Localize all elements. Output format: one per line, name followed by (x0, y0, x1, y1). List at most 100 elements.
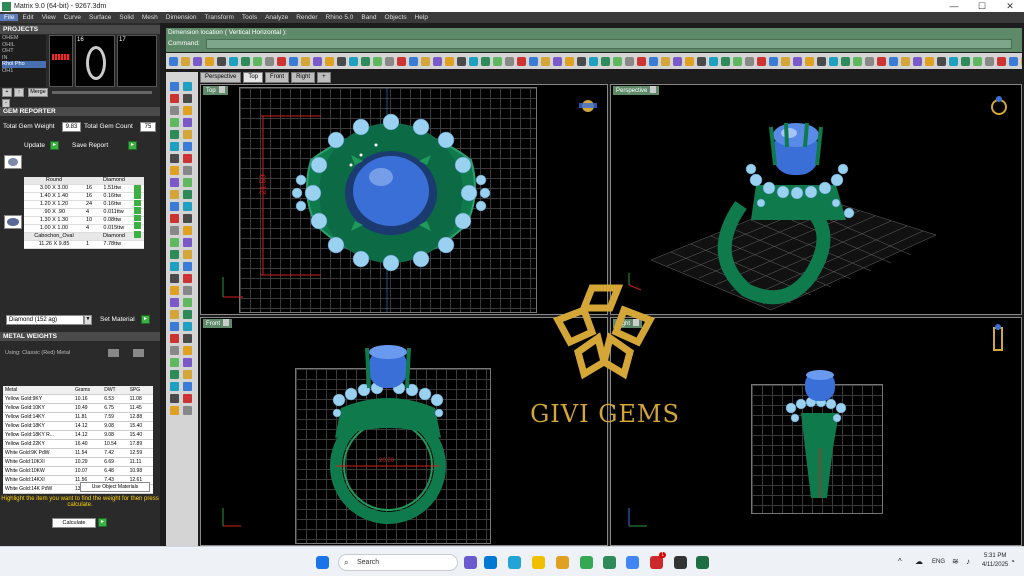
toolbar-tool-icon[interactable] (433, 56, 442, 66)
drawing-tool-icon[interactable] (170, 106, 179, 115)
up-button[interactable]: ↑ (14, 88, 24, 97)
toolbar-tool-icon[interactable] (169, 56, 178, 66)
project-thumbnail[interactable] (49, 35, 73, 87)
drawing-tool-icon[interactable] (183, 142, 192, 151)
menu-edit[interactable]: Edit (18, 14, 37, 21)
drawing-tool-icon[interactable] (183, 250, 192, 259)
toolbar-tool-icon[interactable] (253, 56, 262, 66)
viewport-right[interactable]: Right (610, 317, 1022, 546)
toolbar-tool-icon[interactable] (877, 56, 886, 66)
toolbar-tool-icon[interactable] (589, 56, 598, 66)
toolbar-tool-icon[interactable] (457, 56, 466, 66)
select-row-button[interactable] (134, 207, 141, 214)
menu-surface[interactable]: Surface (85, 14, 115, 21)
clock-date[interactable]: 4/11/2025 (982, 562, 1008, 568)
toolbar-tool-icon[interactable] (865, 56, 874, 66)
toolbar-tool-icon[interactable] (805, 56, 814, 66)
toolbar-tool-icon[interactable] (661, 56, 670, 66)
table-row[interactable]: White Gold:10KXI 10.29 6.69 11.11 (3, 457, 153, 467)
drawing-tool-icon[interactable] (183, 226, 192, 235)
drawing-tool-icon[interactable] (170, 322, 179, 331)
toolbar-tool-icon[interactable] (601, 56, 610, 66)
table-row[interactable]: 1.20 X 1.20 24 0.16ttw (24, 200, 144, 209)
drawing-tool-icon[interactable] (183, 406, 192, 415)
toolbar-tool-icon[interactable] (265, 56, 274, 66)
toolbar-tool-icon[interactable] (577, 56, 586, 66)
toolbar-tool-icon[interactable] (853, 56, 862, 66)
select-row-button[interactable] (134, 231, 141, 238)
toolbar-tool-icon[interactable] (565, 56, 574, 66)
toolbar-tool-icon[interactable] (673, 56, 682, 66)
drawing-tool-icon[interactable] (183, 370, 192, 379)
toolbar-tool-icon[interactable] (829, 56, 838, 66)
drawing-tool-icon[interactable] (183, 274, 192, 283)
notification-app-icon[interactable]: 1 (650, 552, 666, 569)
drawing-tool-icon[interactable] (183, 106, 192, 115)
use-object-materials-select[interactable]: Use Object Materials (80, 482, 150, 492)
toolbar-tool-icon[interactable] (733, 56, 742, 66)
drawing-tool-icon[interactable] (170, 178, 179, 187)
unit-toggle[interactable] (108, 349, 119, 357)
drawing-tool-icon[interactable] (183, 154, 192, 163)
wifi-icon[interactable]: ≋ (952, 557, 959, 566)
toolbar-tool-icon[interactable] (373, 56, 382, 66)
menu-help[interactable]: Help (411, 14, 432, 21)
drawing-tool-icon[interactable] (170, 214, 179, 223)
table-row[interactable]: Yellow Gold:9KY 10.16 6.53 11.08 (3, 394, 153, 404)
toolbar-tool-icon[interactable] (397, 56, 406, 66)
table-row[interactable]: 1.40 X 1.40 16 0.16ttw (24, 192, 144, 201)
table-row[interactable]: Yellow Gold:18KY R... 14.12 9.08 15.40 (3, 430, 153, 440)
update-button[interactable]: ▸ (50, 141, 59, 150)
toolbar-tool-icon[interactable] (505, 56, 514, 66)
select-row-button[interactable] (134, 221, 141, 229)
drawing-tool-icon[interactable] (170, 130, 179, 139)
notifications-icon[interactable]: ◔ (1010, 557, 1015, 566)
table-row[interactable]: 1.00 X 1.00 4 0.015ttw (24, 224, 144, 233)
menu-objects[interactable]: Objects (381, 14, 411, 21)
projects-scrollbar[interactable] (52, 91, 152, 94)
matrix-app-icon[interactable] (603, 556, 616, 569)
toolbar-tool-icon[interactable] (277, 56, 286, 66)
language-indicator[interactable]: ENG (932, 559, 945, 565)
drawing-tool-icon[interactable] (183, 346, 192, 355)
merge-button[interactable]: Merge (28, 88, 48, 97)
toolbar-tool-icon[interactable] (289, 56, 298, 66)
drawing-tool-icon[interactable] (183, 130, 192, 139)
drawing-tool-icon[interactable] (183, 298, 192, 307)
toolbar-tool-icon[interactable] (541, 56, 550, 66)
start-button[interactable] (316, 556, 329, 569)
chrome-icon[interactable] (580, 556, 593, 569)
calculate-button[interactable]: ▸ (98, 518, 107, 527)
drawing-tool-icon[interactable] (183, 358, 192, 367)
table-row[interactable]: Yellow Gold:10KY 10.49 6.75 11.45 (3, 403, 153, 413)
drawing-tool-icon[interactable] (183, 394, 192, 403)
drawing-tool-icon[interactable] (170, 370, 179, 379)
table-row[interactable]: Yellow Gold:14KY 11.81 7.59 12.88 (3, 412, 153, 422)
project-thumbnail[interactable]: 17 (117, 35, 157, 87)
toolbar-tool-icon[interactable] (229, 56, 238, 66)
project-item[interactable]: OH1 (2, 68, 46, 75)
viewport-front[interactable]: Front 20.20 (200, 317, 608, 546)
menu-band[interactable]: Band (357, 14, 380, 21)
toolbar-tool-icon[interactable] (889, 56, 898, 66)
drawing-tool-icon[interactable] (170, 94, 179, 103)
toolbar-tool-icon[interactable] (445, 56, 454, 66)
onedrive-icon[interactable]: ☁ (915, 557, 923, 566)
toolbar-tool-icon[interactable] (817, 56, 826, 66)
chevron-up-icon[interactable]: ^ (898, 557, 902, 566)
drawing-tool-icon[interactable] (170, 154, 179, 163)
table-row[interactable]: Yellow Gold:22KY 16.40 10.54 17.89 (3, 439, 153, 449)
toolbar-tool-icon[interactable] (997, 56, 1006, 66)
drawing-tool-icon[interactable] (183, 82, 192, 91)
toolbar-tool-icon[interactable] (493, 56, 502, 66)
command-input[interactable] (206, 39, 1012, 49)
select-row-button[interactable] (134, 199, 141, 207)
capcut-icon[interactable] (674, 556, 687, 569)
toolbar-tool-icon[interactable] (757, 56, 766, 66)
table-row[interactable]: 1.30 X 1.30 10 0.08ttw (24, 216, 144, 225)
drawing-tool-icon[interactable] (183, 202, 192, 211)
toolbar-tool-icon[interactable] (721, 56, 730, 66)
toolbar-tool-icon[interactable] (193, 56, 202, 66)
toolbar-tool-icon[interactable] (985, 56, 994, 66)
toolbar-tool-icon[interactable] (613, 56, 622, 66)
